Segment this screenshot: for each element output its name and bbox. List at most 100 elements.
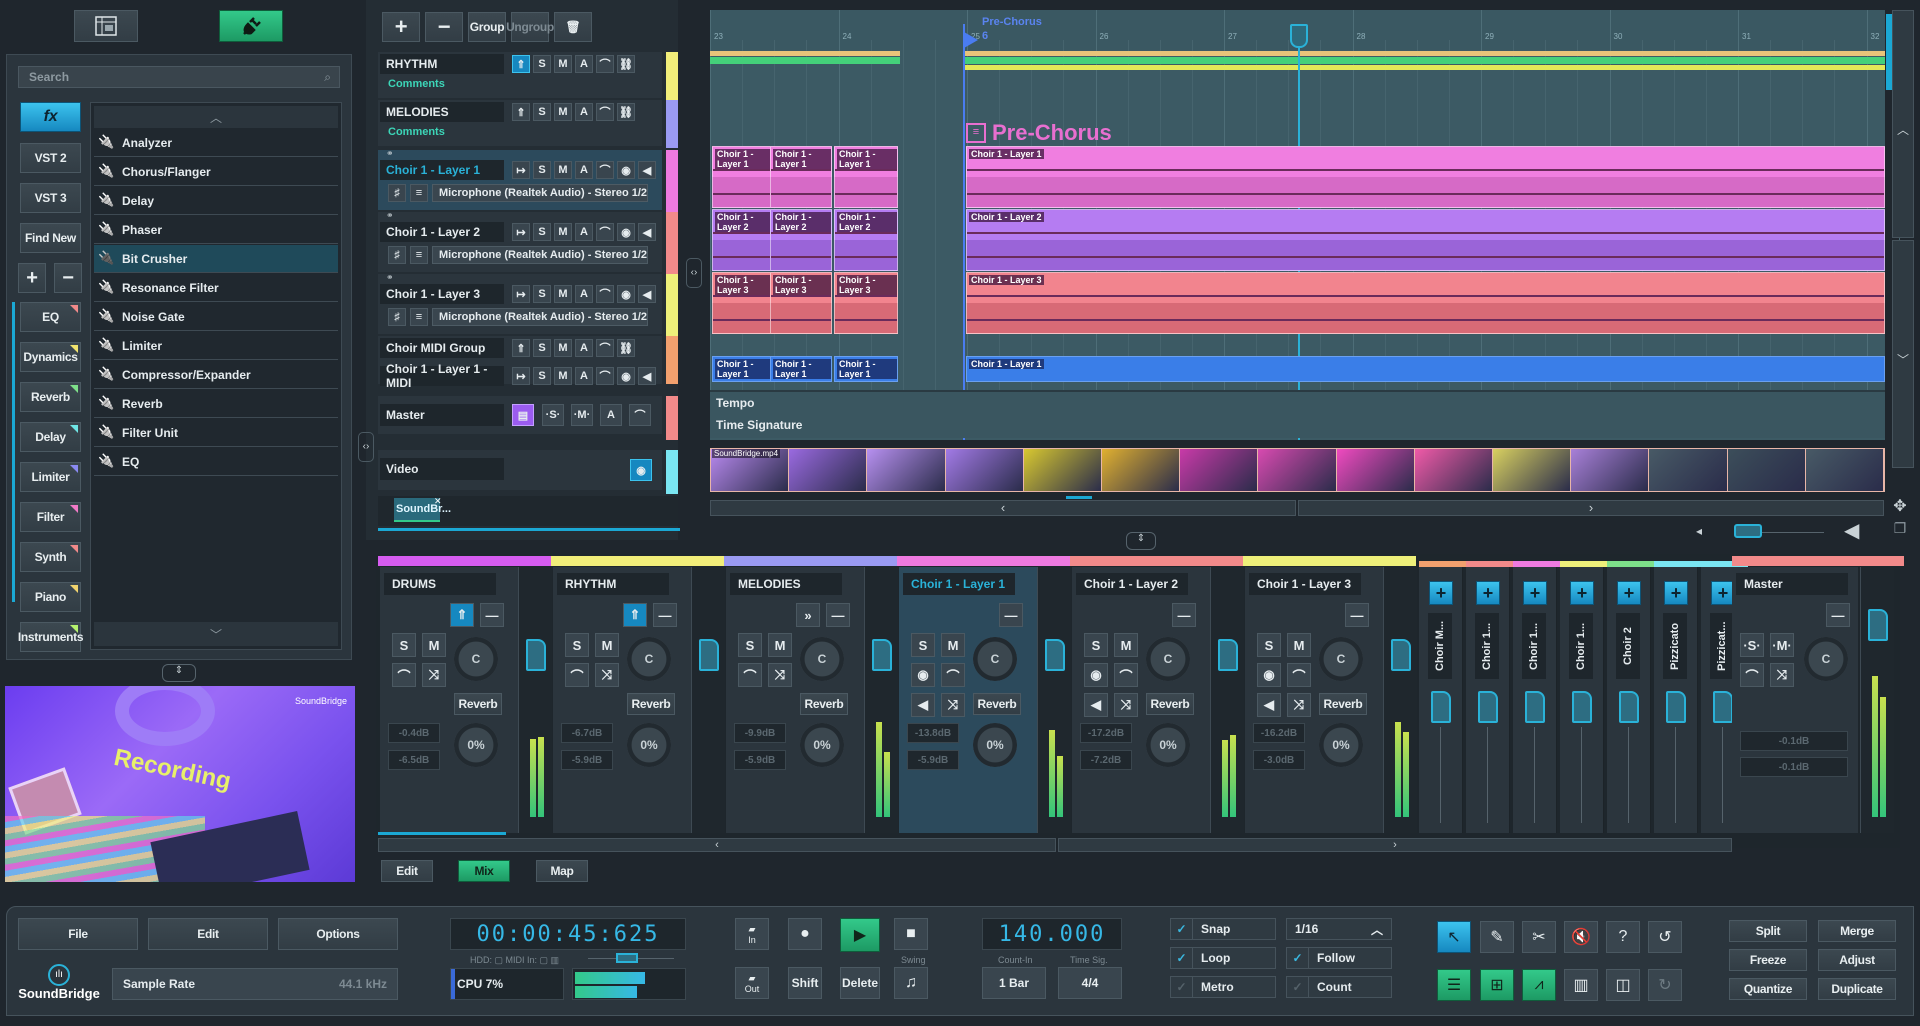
audio-clip[interactable]: Choir 1 - Layer 2 bbox=[966, 209, 1885, 271]
filter-eq[interactable]: EQ bbox=[20, 302, 81, 332]
send-level-knob[interactable]: 0% bbox=[973, 723, 1017, 767]
mute-button[interactable]: M bbox=[1287, 633, 1311, 657]
mini-mixer-strip[interactable]: + Choir 1... bbox=[1560, 567, 1604, 833]
audio-clip[interactable]: Choir 1 - Layer 3 bbox=[712, 272, 774, 334]
expand-strip-button[interactable]: + bbox=[1570, 581, 1594, 605]
plugin-item[interactable]: 🔌 Limiter bbox=[94, 332, 338, 360]
solo-button[interactable]: S bbox=[533, 339, 551, 357]
plugin-item[interactable]: 🔌 Noise Gate bbox=[94, 303, 338, 331]
expand-strip-button[interactable]: + bbox=[1429, 581, 1453, 605]
adjust-button[interactable]: Adjust bbox=[1818, 949, 1896, 971]
pan-knob[interactable]: C bbox=[1319, 637, 1363, 681]
search-field[interactable]: Search ⌕ bbox=[18, 66, 340, 88]
arm-record-button[interactable]: ◉ bbox=[617, 223, 635, 241]
video-visibility-button[interactable]: ◉ bbox=[630, 459, 652, 481]
volume-fader[interactable] bbox=[1431, 691, 1451, 723]
expand-button[interactable]: ⇑ bbox=[512, 55, 530, 73]
master-auto-button[interactable]: A bbox=[600, 404, 622, 426]
auto-button[interactable]: A bbox=[575, 339, 593, 357]
track-header[interactable]: ⚭ Choir 1 - Layer 2 ↦ S M A ⌒ ◉ ◀ ♯ ≡ Microphone (R… bbox=[378, 210, 662, 272]
master-mute-button[interactable]: ·M· bbox=[1770, 633, 1794, 657]
punch-out-button[interactable]: ▰ Out bbox=[735, 967, 769, 999]
menu-file[interactable]: File bbox=[18, 918, 138, 950]
delete-track-button[interactable]: 🗑 bbox=[554, 12, 592, 42]
expand-strip-button[interactable]: + bbox=[1523, 581, 1547, 605]
mute-tool[interactable]: 🔇 bbox=[1564, 921, 1598, 953]
undo-button[interactable]: ↺ bbox=[1648, 921, 1682, 953]
send-level-knob[interactable]: 0% bbox=[1146, 723, 1190, 767]
shuffle-button[interactable]: ⤨ bbox=[941, 693, 965, 717]
view-tab-mix[interactable]: Mix bbox=[458, 860, 510, 882]
scissors-tool[interactable]: ✂ bbox=[1522, 921, 1556, 953]
input-select[interactable]: Microphone (Realtek Audio) - Stereo 1/2 bbox=[432, 184, 648, 202]
filter-limiter[interactable]: Limiter bbox=[20, 462, 81, 492]
expand-strip-button[interactable]: + bbox=[1617, 581, 1641, 605]
minimize-button[interactable]: — bbox=[1826, 603, 1850, 627]
solo-button[interactable]: S bbox=[565, 633, 589, 657]
remove-category-button[interactable]: − bbox=[54, 263, 82, 293]
plugin-item[interactable]: 🔌 Filter Unit bbox=[94, 419, 338, 447]
view-tab-map[interactable]: Map bbox=[536, 860, 588, 882]
auto-button[interactable]: A bbox=[575, 223, 593, 241]
arm-record-button[interactable]: ◉ bbox=[1257, 663, 1281, 687]
master-solo-button[interactable]: ·S· bbox=[1740, 633, 1764, 657]
arm-record-button[interactable]: ◉ bbox=[617, 161, 635, 179]
zoom-out-icon[interactable]: ◂ bbox=[1696, 524, 1702, 538]
mini-mixer-strip[interactable]: + Choir M... bbox=[1419, 567, 1463, 833]
mixer-resize-handle[interactable]: ⇕ bbox=[1126, 532, 1156, 550]
master-envelope-button[interactable]: ⌒ bbox=[629, 404, 651, 426]
mixer-strip[interactable]: RHYTHM ⇑ — S M ⌒ ⤨ C Reverb -6.7 dB -5.9 dB 0% bbox=[553, 567, 691, 833]
category-find-new[interactable]: Find New bbox=[20, 223, 81, 253]
volume-fader[interactable] bbox=[1619, 691, 1639, 723]
speaker-button[interactable]: ◀ bbox=[638, 223, 656, 241]
mini-mixer-strip[interactable]: + Choir 2 bbox=[1607, 567, 1651, 833]
punch-in-button[interactable]: ▰ In bbox=[735, 918, 769, 950]
track-name[interactable]: Choir 1 - Layer 3 bbox=[380, 284, 504, 304]
audio-clip[interactable]: Choir 1 - Layer 1 bbox=[770, 146, 832, 208]
stop-button[interactable]: ■ bbox=[894, 918, 928, 950]
volume-fader[interactable] bbox=[872, 639, 892, 671]
automation-view-button[interactable]: ⩘ bbox=[1522, 969, 1556, 1001]
input-monitor-button[interactable]: ↦ bbox=[512, 285, 530, 303]
plugin-item[interactable]: 🔌 Analyzer bbox=[94, 129, 338, 157]
speaker-button[interactable]: ◀ bbox=[638, 161, 656, 179]
fold-button[interactable]: » bbox=[796, 603, 820, 627]
pan-knob[interactable]: C bbox=[973, 637, 1017, 681]
speaker-button[interactable]: ◀ bbox=[911, 693, 935, 717]
track-header[interactable]: MELODIES ⇑ S M A ⌒ ⛓ Comments bbox=[378, 100, 662, 146]
envelope-button[interactable]: ⌒ bbox=[596, 55, 614, 73]
audio-clip[interactable]: Choir 1 - Layer 3 bbox=[770, 272, 832, 334]
count-toggle[interactable]: ✓ Count bbox=[1286, 976, 1392, 998]
solo-button[interactable]: S bbox=[533, 367, 551, 385]
duplicate-button[interactable]: Duplicate bbox=[1818, 978, 1896, 1000]
mixer-strip[interactable]: Choir 1 - Layer 1— S M ◉ ⌒ ◀ ⤨ C Reverb -13.8 dB -5… bbox=[899, 567, 1037, 833]
shuffle-button[interactable]: ⤨ bbox=[1770, 663, 1794, 687]
solo-button[interactable]: S bbox=[533, 55, 551, 73]
section-note[interactable]: ≡ Pre-Chorus bbox=[966, 120, 1112, 146]
panel-resize-handle[interactable]: ⇕ bbox=[162, 664, 196, 682]
send-level-knob[interactable]: 0% bbox=[454, 723, 498, 767]
shuffle-button[interactable]: ⤨ bbox=[595, 663, 619, 687]
volume-fader[interactable] bbox=[1713, 691, 1733, 723]
input-monitor-button[interactable]: ↦ bbox=[512, 367, 530, 385]
marker-flag[interactable] bbox=[964, 32, 978, 48]
tempo-track-label[interactable]: Tempo bbox=[716, 396, 754, 410]
timesig-track-label[interactable]: Time Signature bbox=[716, 418, 802, 432]
add-track-button[interactable]: + bbox=[382, 12, 420, 42]
mute-button[interactable]: M bbox=[554, 161, 572, 179]
solo-button[interactable]: S bbox=[738, 633, 762, 657]
play-button[interactable]: ▶ bbox=[840, 918, 880, 952]
category-vst2[interactable]: VST 2 bbox=[20, 143, 81, 173]
shift-button[interactable]: Shift bbox=[788, 967, 822, 999]
shuffle-button[interactable]: ⤨ bbox=[422, 663, 446, 687]
mute-button[interactable]: M bbox=[554, 223, 572, 241]
speaker-button[interactable]: ◀ bbox=[638, 367, 656, 385]
auto-button[interactable]: A bbox=[575, 103, 593, 121]
mute-button[interactable]: M bbox=[422, 633, 446, 657]
snap-toggle[interactable]: ✓ Snap bbox=[1170, 918, 1276, 940]
send-level-knob[interactable]: 0% bbox=[627, 723, 671, 767]
zoom-in-icon[interactable]: ◀ bbox=[1844, 518, 1859, 543]
move-icon[interactable]: ✥ bbox=[1890, 496, 1910, 516]
expand-button[interactable]: ⇑ bbox=[512, 103, 530, 121]
plugin-item[interactable]: 🔌 Compressor/Expander bbox=[94, 361, 338, 389]
